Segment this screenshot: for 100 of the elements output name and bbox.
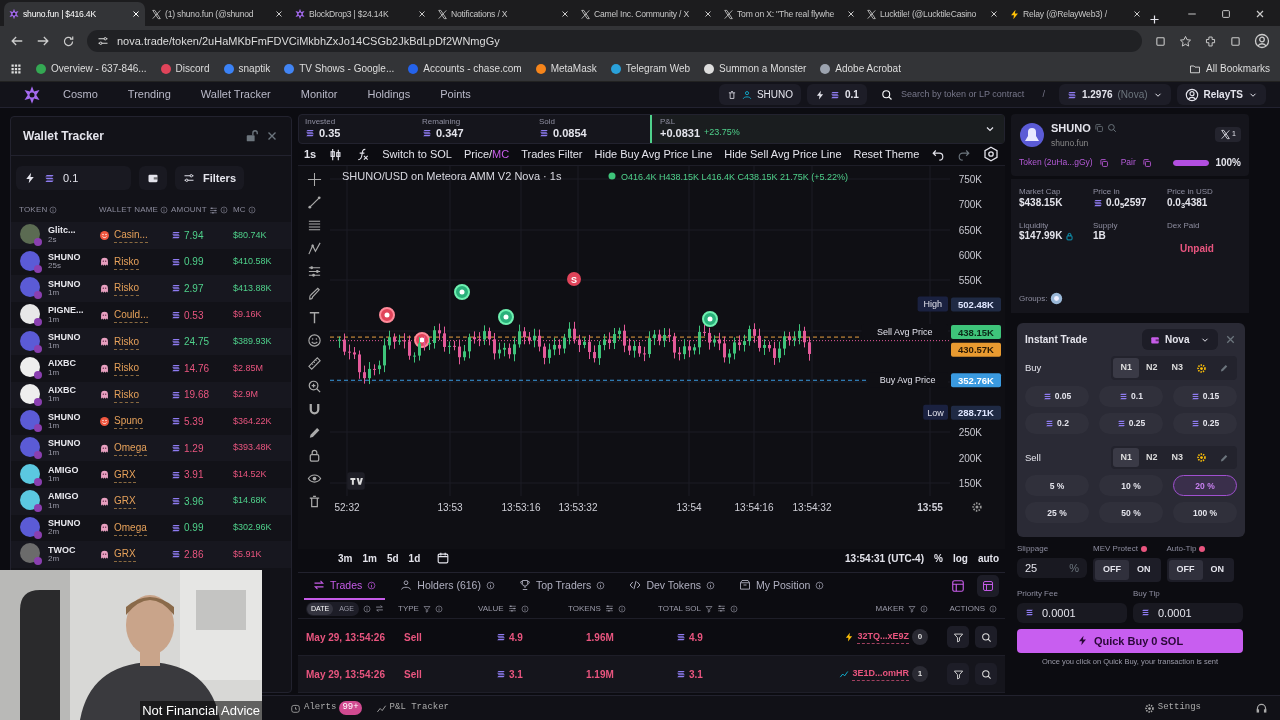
amount-button[interactable]: 0.25 [1173,412,1237,434]
toolbar-button[interactable]: Switch to SOL [376,146,458,163]
nav-link[interactable]: Trending [112,86,186,103]
browser-tab[interactable]: Camel Inc. Community / X [576,2,717,26]
amount-button[interactable]: 0.15 [1173,385,1237,407]
nav-link[interactable]: Holdings [352,86,426,103]
browser-tab[interactable]: Notifications / X [433,2,574,26]
wallet-name-link[interactable]: GRX [114,466,136,483]
wallet-name-link[interactable]: Omega [114,440,147,457]
wallet-name-link[interactable]: GRX [114,493,136,510]
tab[interactable]: Trades [304,572,386,601]
browser-tab[interactable]: BlockDrop3 | $24.14K [290,2,431,26]
bookmark[interactable]: Discord [160,61,210,76]
wallet-name-link[interactable]: Risko [114,253,139,270]
tab[interactable]: Holders (616) [391,572,504,601]
toolbar-button[interactable]: Hide Buy Avg Price Line [588,146,719,163]
fee-field[interactable]: 0.0001 [1017,602,1127,623]
slippage-field[interactable]: 25 % [1017,558,1087,579]
amount-button[interactable]: 0.1 [1099,385,1163,407]
filters-button[interactable]: Filters [175,166,244,190]
wallet-name-link[interactable]: Spuno [114,413,143,430]
preset-tab[interactable]: N2 [1138,447,1165,468]
maker-link[interactable]: 32TQ...xE9Z [857,629,909,645]
scale-option[interactable]: auto [977,550,999,566]
toggle-option[interactable]: OFF [1168,560,1203,580]
amount-button[interactable]: 10 % [1099,475,1163,497]
wallet-balance-dropdown[interactable]: 1.2976 (Nova) [1058,84,1171,105]
alerts-button[interactable]: Alerts 99+ [290,701,362,715]
range-button[interactable]: 3m [338,550,353,566]
maker-link[interactable]: 3E1D...omHR [852,666,909,682]
browser-tab[interactable]: Relay (@RelayWeb3) / [1005,2,1146,26]
wallet-name-link[interactable]: GRX [114,546,136,563]
preset-tab[interactable]: N2 [1138,358,1165,378]
bookmark[interactable]: Summon a Monster [704,61,807,76]
nav-link[interactable]: Monitor [285,86,353,103]
bookmark[interactable]: Telegram Web [610,61,691,76]
bookmark[interactable]: Overview - 637-846... [36,61,147,76]
token-address-link[interactable]: Token (2uHa...gGy) [1019,156,1093,170]
bookmark[interactable]: MetaMask [535,61,597,76]
toolbar-button[interactable]: Reset Theme [847,146,926,163]
nav-link[interactable]: Points [425,86,486,103]
toggle-option[interactable]: ON [1129,560,1159,580]
sell-marker[interactable]: S [567,272,581,286]
amount-button[interactable]: 50 % [1099,502,1163,524]
wallet-name-link[interactable]: Omega [114,519,147,536]
wallet-name-link[interactable]: Risko [114,280,139,297]
browser-tab[interactable]: shuno.fun | $416.4K [4,2,145,26]
amount-button[interactable]: 0.05 [1025,385,1089,407]
tab[interactable]: Dev Tokens [620,572,725,601]
wallet-name-link[interactable]: Casin... [114,227,148,244]
quick-buy-button[interactable]: Quick Buy 0 SOL [1017,628,1243,653]
toolbar-button[interactable]: Hide Sell Avg Price Line [718,146,848,163]
metric-value: Unpaid [1179,242,1215,257]
account-menu[interactable]: RelayTS [1176,84,1266,105]
range-button[interactable]: 1m [362,550,377,566]
bookmark[interactable]: Accounts - chase.com [408,61,522,76]
pnl-tracker-button[interactable]: P&L Tracker [375,701,450,715]
address-bar[interactable]: nova.trade/token/2uHaMKbFmFDVCiMkbhZxJo14CSGb2JkBdLpDf2WNmgGy [87,30,1142,52]
settings-button[interactable]: Settings [1143,701,1201,715]
pair-link[interactable]: Pair [1120,156,1136,170]
preset-tab[interactable]: N1 [1113,358,1139,378]
range-button[interactable]: 1d [408,550,421,566]
wallet-name-link[interactable]: Risko [114,360,139,377]
scale-option[interactable]: % [934,550,943,566]
amount-field[interactable]: 0.1 [16,166,131,190]
bookmark[interactable]: TV Shows - Google... [284,61,395,76]
nav-link[interactable]: Wallet Tracker [185,86,286,103]
amount-button[interactable]: 0.2 [1025,412,1089,434]
range-button[interactable]: 5d [386,550,399,566]
browser-tab[interactable]: Lucktile! (@LucktileCasino [862,2,1003,26]
tab[interactable]: My Position [730,572,834,601]
browser-tab[interactable]: (1) shuno.fun (@shunod [147,2,288,26]
bookmark[interactable]: Adobe Acrobat [820,61,901,76]
price-mc-toggle[interactable]: Price/MC [457,146,516,163]
toggle-option[interactable]: OFF [1095,560,1129,580]
search-field[interactable]: Search by token or LP contract / [872,84,1053,105]
token-chip[interactable]: SHUNO [718,84,801,105]
nav-link[interactable]: Cosmo [48,86,113,103]
browser-tab[interactable]: Tom on X: "The real flywhe [719,2,860,26]
amount-button[interactable]: 25 % [1025,502,1089,524]
wallet-name-link[interactable]: Could... [114,307,149,324]
wallet-select[interactable]: Nova [1142,329,1218,351]
all-bookmarks-button[interactable]: All Bookmarks [1189,61,1270,76]
fee-field[interactable]: 0.0001 [1133,602,1243,623]
quick-buy-chip[interactable]: 0.1 [807,84,867,105]
interval-button[interactable]: 1s [298,146,323,163]
preset-tab[interactable]: N3 [1164,358,1190,378]
scale-option[interactable]: log [952,550,968,566]
amount-button[interactable]: 20 % [1173,475,1237,497]
preset-tab[interactable]: N3 [1164,447,1190,468]
toolbar-button[interactable]: Trades Filter [515,146,589,163]
tab[interactable]: Top Traders [509,572,615,601]
wallet-name-link[interactable]: Risko [114,386,139,403]
amount-button[interactable]: 100 % [1173,502,1237,524]
toggle-option[interactable]: ON [1202,560,1232,580]
preset-tab[interactable]: N1 [1113,447,1139,468]
bookmark[interactable]: snaptik [223,61,271,76]
amount-button[interactable]: 5 % [1025,475,1089,497]
amount-button[interactable]: 0.25 [1099,412,1163,434]
wallet-name-link[interactable]: Risko [114,333,139,350]
